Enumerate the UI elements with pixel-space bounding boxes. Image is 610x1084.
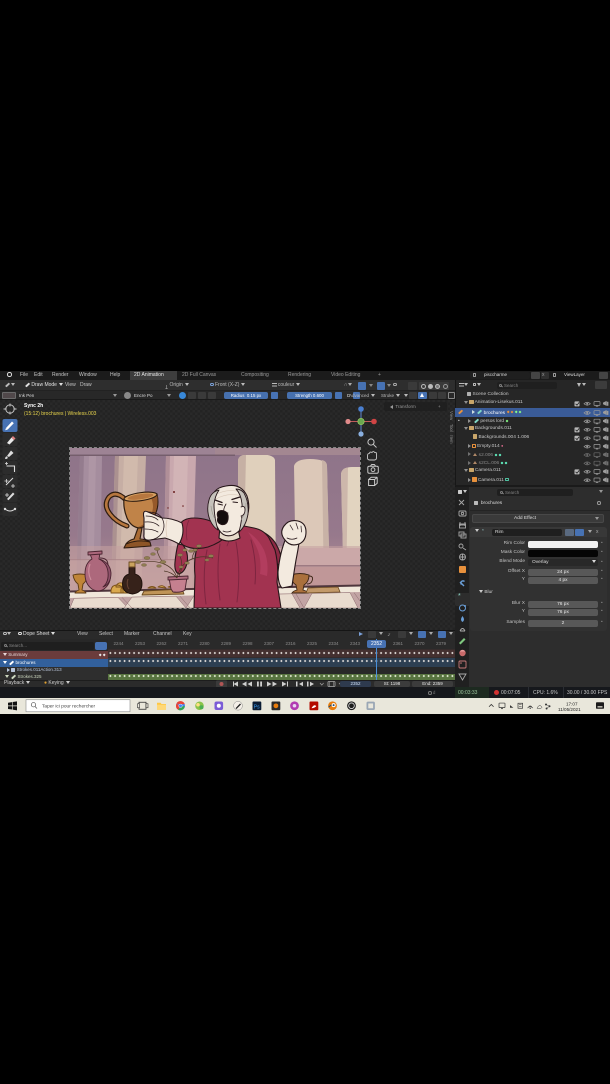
svg-text:Taper ici pour rechercher: Taper ici pour rechercher bbox=[42, 704, 95, 710]
svg-text:17:07: 17:07 bbox=[566, 701, 578, 706]
svg-text:Ps: Ps bbox=[254, 704, 260, 710]
svg-text:11/05/2021: 11/05/2021 bbox=[558, 707, 581, 712]
svg-text:*: * bbox=[458, 593, 461, 600]
